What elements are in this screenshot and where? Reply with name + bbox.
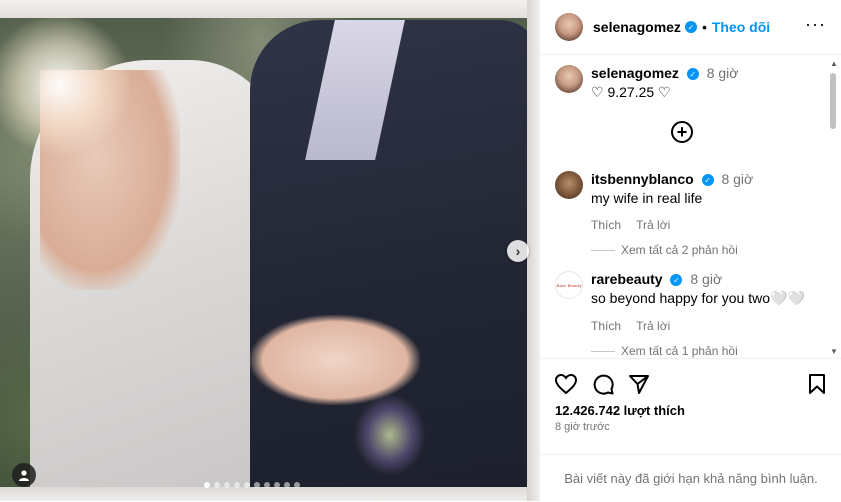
load-more-comments-button[interactable]: + [671,121,693,143]
divider [591,350,615,352]
hand-with-ring [250,315,420,405]
view-replies-button[interactable]: Xem tất cả 1 phản hồi [591,344,738,358]
comment-time: 8 giờ [721,171,754,187]
post-actions: 12.426.742 lượt thích 8 giờ trước [540,358,841,455]
carousel-indicator [204,482,300,488]
comment-text: my wife in real life [591,190,703,206]
plus-icon: + [676,122,688,142]
comments-scrollbar[interactable]: ▲ ▼ [827,55,841,358]
divider [591,249,615,251]
reply-button[interactable]: Trả lời [636,319,670,333]
header-username[interactable]: selenagomez [593,19,681,35]
caption-time: 8 giờ [706,65,739,81]
like-comment-button[interactable]: Thích [591,218,621,232]
verified-badge-icon: ✓ [684,21,697,33]
avatar[interactable] [555,171,583,199]
avatar[interactable] [555,65,583,93]
verified-badge-icon: ✓ [670,274,683,287]
caption-username[interactable]: selenagomez [591,65,679,81]
carousel-dot [204,482,210,488]
follow-button[interactable]: Theo dõi [712,19,770,35]
light-glow [0,10,130,160]
post-image[interactable]: › [0,0,539,501]
comment-username[interactable]: rarebeauty [591,271,663,287]
share-icon[interactable] [628,373,650,395]
comment-text: so beyond happy for you two🤍🤍 [591,290,805,306]
like-count[interactable]: 12.426.742 lượt thích [555,403,685,418]
scroll-down-arrow-icon[interactable]: ▼ [830,347,838,356]
verified-badge-icon: ✓ [701,174,714,187]
chevron-right-icon: › [515,243,521,259]
film-border-bottom [0,487,539,501]
comment: Rare Beauty rarebeauty ✓ 8 giờ so beyond… [555,271,805,333]
comment: itsbennyblanco ✓ 8 giờ my wife in real l… [555,171,753,232]
avatar[interactable] [555,13,583,41]
heart-outline-icon: ♡ [591,84,604,100]
rare-beauty-logo: Rare Beauty [556,282,582,288]
more-horizontal-icon[interactable]: ··· [805,14,826,35]
carousel-dot [294,482,300,488]
carousel-dot [264,482,270,488]
comments-list[interactable]: selenagomez ✓ 8 giờ ♡ 9.27.25 ♡ + itsben… [540,55,830,358]
carousel-dot [274,482,280,488]
bookmark-icon[interactable] [808,373,826,395]
verified-badge-icon: ✓ [686,68,699,81]
comment-username[interactable]: itsbennyblanco [591,171,694,187]
carousel-dot [214,482,220,488]
user-icon [19,470,29,481]
reply-button[interactable]: Trả lời [636,218,670,232]
view-replies-label: Xem tất cả 2 phản hồi [621,243,738,257]
heart-outline-icon: ♡ [658,84,671,100]
carousel-dot [254,482,260,488]
carousel-dot [284,482,290,488]
caption-text: ♡ 9.27.25 ♡ [591,84,738,101]
heart-icon[interactable] [554,373,578,395]
avatar[interactable]: Rare Beauty [555,271,583,299]
carousel-next-button[interactable]: › [507,240,529,262]
comments-limited-notice: Bài viết này đã giới hạn khả năng bình l… [540,454,841,502]
tagged-users-button[interactable] [12,463,36,487]
like-comment-button[interactable]: Thích [591,319,621,333]
carousel-dot [224,482,230,488]
carousel-dot [234,482,240,488]
separator-dot: • [701,19,707,35]
comment-time: 8 giờ [690,271,723,287]
scrollbar-thumb[interactable] [830,73,836,129]
caption: selenagomez ✓ 8 giờ ♡ 9.27.25 ♡ [555,65,738,101]
lens-flare [355,395,425,475]
view-replies-button[interactable]: Xem tất cả 2 phản hồi [591,243,738,257]
post-header: selenagomez ✓ • Theo dõi ··· [540,0,841,55]
view-replies-label: Xem tất cả 1 phản hồi [621,344,738,358]
caption-date: 9.27.25 [607,84,655,100]
scroll-up-arrow-icon[interactable]: ▲ [830,59,838,68]
post-time[interactable]: 8 giờ trước [555,421,610,433]
carousel-dot [244,482,250,488]
post-sidebar: selenagomez ✓ • Theo dõi ··· selenagomez… [539,0,841,501]
comment-icon[interactable] [592,373,614,395]
